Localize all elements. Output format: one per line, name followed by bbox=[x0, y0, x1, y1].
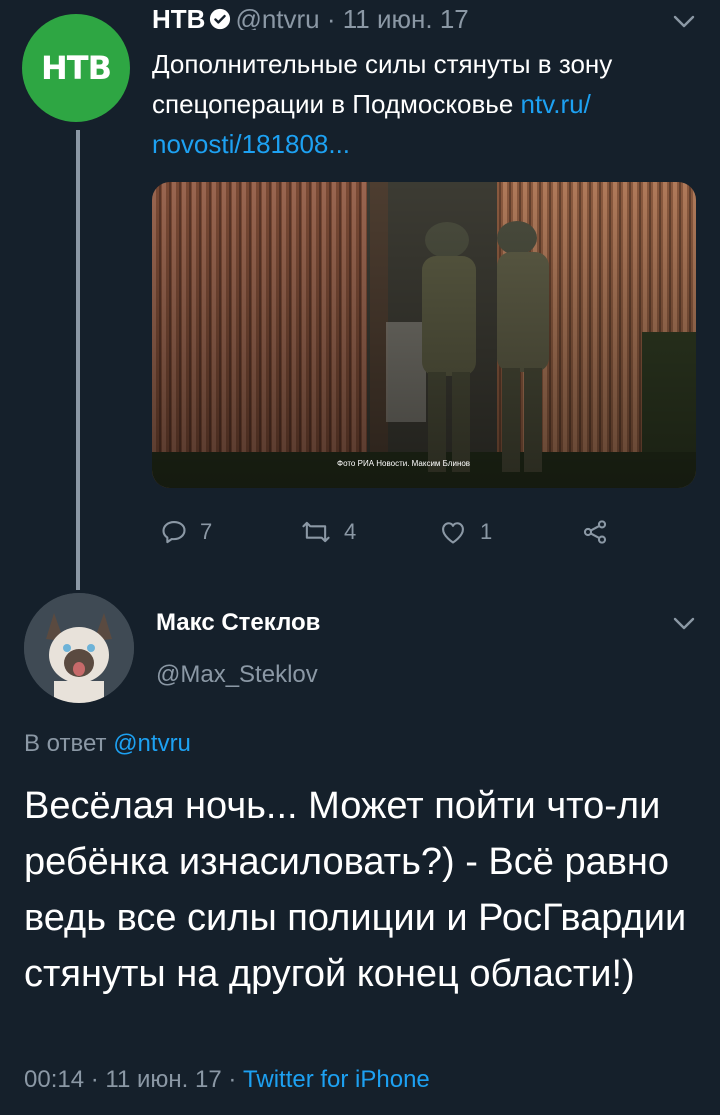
user-avatar[interactable] bbox=[24, 593, 134, 703]
tweet2-time: 00:14 bbox=[24, 1066, 85, 1093]
tweet2-meta: 00:14 · 11 июн. 17 · Twitter for iPhone bbox=[24, 1066, 430, 1094]
retweet-count: 4 bbox=[344, 519, 357, 544]
reply-icon bbox=[162, 521, 186, 544]
share-action[interactable] bbox=[580, 512, 610, 552]
tweet1-media-image[interactable]: Фото РИА Новости. Максим Блинов bbox=[152, 182, 696, 488]
chevron-down-icon[interactable] bbox=[672, 14, 696, 35]
image-caption: Фото РИА Новости. Максим Блинов bbox=[337, 459, 470, 468]
cat-avatar-image bbox=[24, 593, 134, 703]
ntv-avatar[interactable]: НТВ bbox=[22, 14, 130, 122]
retweet-action[interactable]: 4 bbox=[300, 512, 356, 552]
thread-connector-line bbox=[76, 130, 80, 590]
tweet2-display-name[interactable]: Макс Стеклов bbox=[156, 609, 320, 637]
like-action[interactable]: 1 bbox=[438, 512, 492, 552]
verified-badge-icon bbox=[209, 6, 231, 30]
tweet1-link-part1[interactable]: ntv.ru/ bbox=[521, 89, 591, 119]
media-photo: Фото РИА Новости. Максим Блинов bbox=[152, 182, 696, 488]
tweet2-source-link[interactable]: Twitter for iPhone bbox=[243, 1066, 430, 1093]
reply-action[interactable]: 7 bbox=[160, 512, 212, 552]
tweet1-date[interactable]: 11 июн. 17 bbox=[343, 4, 469, 30]
tweet1-handle[interactable]: @ntvru bbox=[235, 4, 319, 30]
tweet2-date: 11 июн. 17 bbox=[105, 1066, 222, 1093]
reply-prefix: В ответ bbox=[24, 730, 114, 757]
retweet-icon bbox=[302, 521, 330, 543]
like-icon bbox=[442, 522, 464, 544]
tweet1-text: Дополнительные силы стянуты в зону спецо… bbox=[152, 44, 700, 164]
like-count: 1 bbox=[480, 519, 493, 544]
tweet1-separator: · bbox=[326, 4, 336, 30]
reply-handle-link[interactable]: @ntvru bbox=[113, 730, 191, 757]
tweet1-header: НТВ @ntvru · 11 июн. 17 bbox=[152, 4, 469, 30]
reply-context: В ответ @ntvru bbox=[24, 730, 191, 758]
meta-separator: · bbox=[90, 1066, 99, 1093]
chevron-down-icon[interactable] bbox=[672, 616, 696, 637]
tweet2-text: Весёлая ночь... Может пойти что-ли ребён… bbox=[24, 785, 687, 995]
reply-count: 7 bbox=[200, 519, 213, 544]
share-icon bbox=[583, 520, 607, 544]
tweet1-display-name[interactable]: НТВ bbox=[152, 4, 205, 30]
tweet2-handle[interactable]: @Max_Steklov bbox=[156, 661, 318, 689]
ntv-logo: НТВ bbox=[41, 49, 112, 87]
meta-separator: · bbox=[228, 1066, 237, 1093]
tweet1-link-part2[interactable]: novosti/181808... bbox=[152, 129, 350, 159]
